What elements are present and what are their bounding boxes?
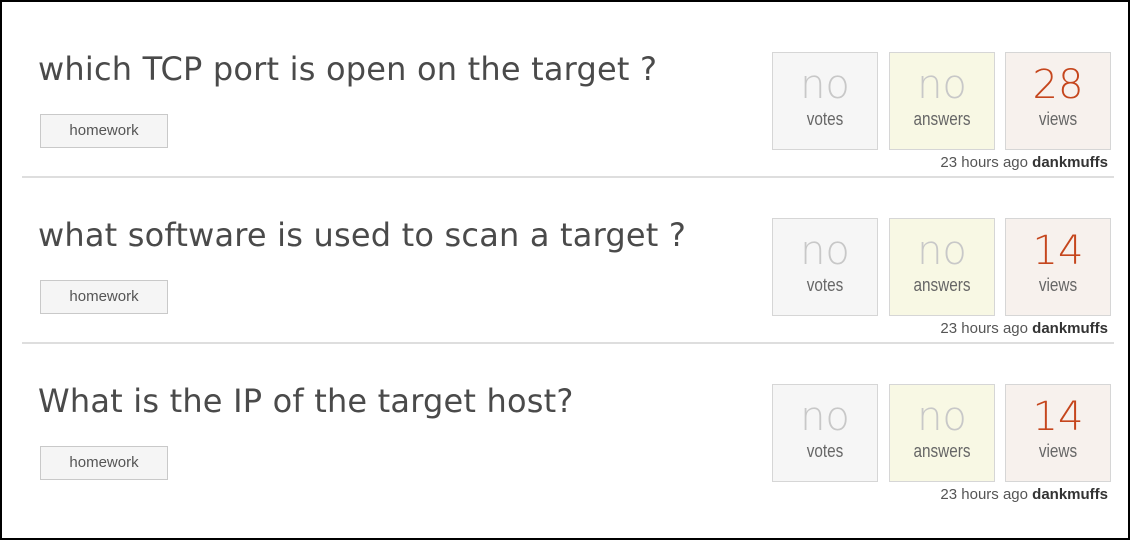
views-label: views — [1038, 441, 1078, 461]
answers-value: no — [917, 228, 967, 274]
question-title-link[interactable]: which TCP port is open on the target ? — [38, 50, 657, 88]
post-time: 23 hours ago — [940, 320, 1028, 337]
votes-counter: no votes — [772, 384, 878, 482]
post-time: 23 hours ago — [940, 486, 1028, 503]
author-link[interactable]: dankmuffs — [1032, 320, 1108, 337]
answers-counter: no answers — [889, 384, 995, 482]
votes-label: votes — [806, 441, 844, 461]
answers-value: no — [917, 62, 967, 108]
views-value: 14 — [1032, 228, 1084, 274]
post-time: 23 hours ago — [940, 154, 1028, 171]
question-title-link[interactable]: What is the IP of the target host? — [38, 382, 574, 420]
answers-label: answers — [913, 109, 971, 129]
votes-label: votes — [806, 275, 844, 295]
question-item: what software is used to scan a target ?… — [22, 178, 1114, 344]
question-meta: 23 hours ago dankmuffs — [940, 154, 1108, 171]
author-link[interactable]: dankmuffs — [1032, 486, 1108, 503]
votes-value: no — [800, 62, 850, 108]
answers-counter: no answers — [889, 218, 995, 316]
tag-homework[interactable]: homework — [40, 280, 168, 314]
views-label: views — [1038, 275, 1078, 295]
question-meta: 23 hours ago dankmuffs — [940, 486, 1108, 503]
views-value: 14 — [1032, 394, 1084, 440]
tag-homework[interactable]: homework — [40, 446, 168, 480]
votes-counter: no votes — [772, 52, 878, 150]
tag-homework[interactable]: homework — [40, 114, 168, 148]
views-label: views — [1038, 109, 1078, 129]
answers-value: no — [917, 394, 967, 440]
author-link[interactable]: dankmuffs — [1032, 154, 1108, 171]
answers-counter: no answers — [889, 52, 995, 150]
views-value: 28 — [1032, 62, 1084, 108]
votes-label: votes — [806, 109, 844, 129]
views-counter: 14 views — [1005, 384, 1111, 482]
views-counter: 28 views — [1005, 52, 1111, 150]
answers-label: answers — [913, 441, 971, 461]
answers-label: answers — [913, 275, 971, 295]
votes-counter: no votes — [772, 218, 878, 316]
question-meta: 23 hours ago dankmuffs — [940, 320, 1108, 337]
votes-value: no — [800, 228, 850, 274]
votes-value: no — [800, 394, 850, 440]
question-item: What is the IP of the target host? homew… — [22, 344, 1114, 510]
question-title-link[interactable]: what software is used to scan a target ? — [38, 216, 686, 254]
views-counter: 14 views — [1005, 218, 1111, 316]
question-item: which TCP port is open on the target ? h… — [22, 12, 1114, 178]
